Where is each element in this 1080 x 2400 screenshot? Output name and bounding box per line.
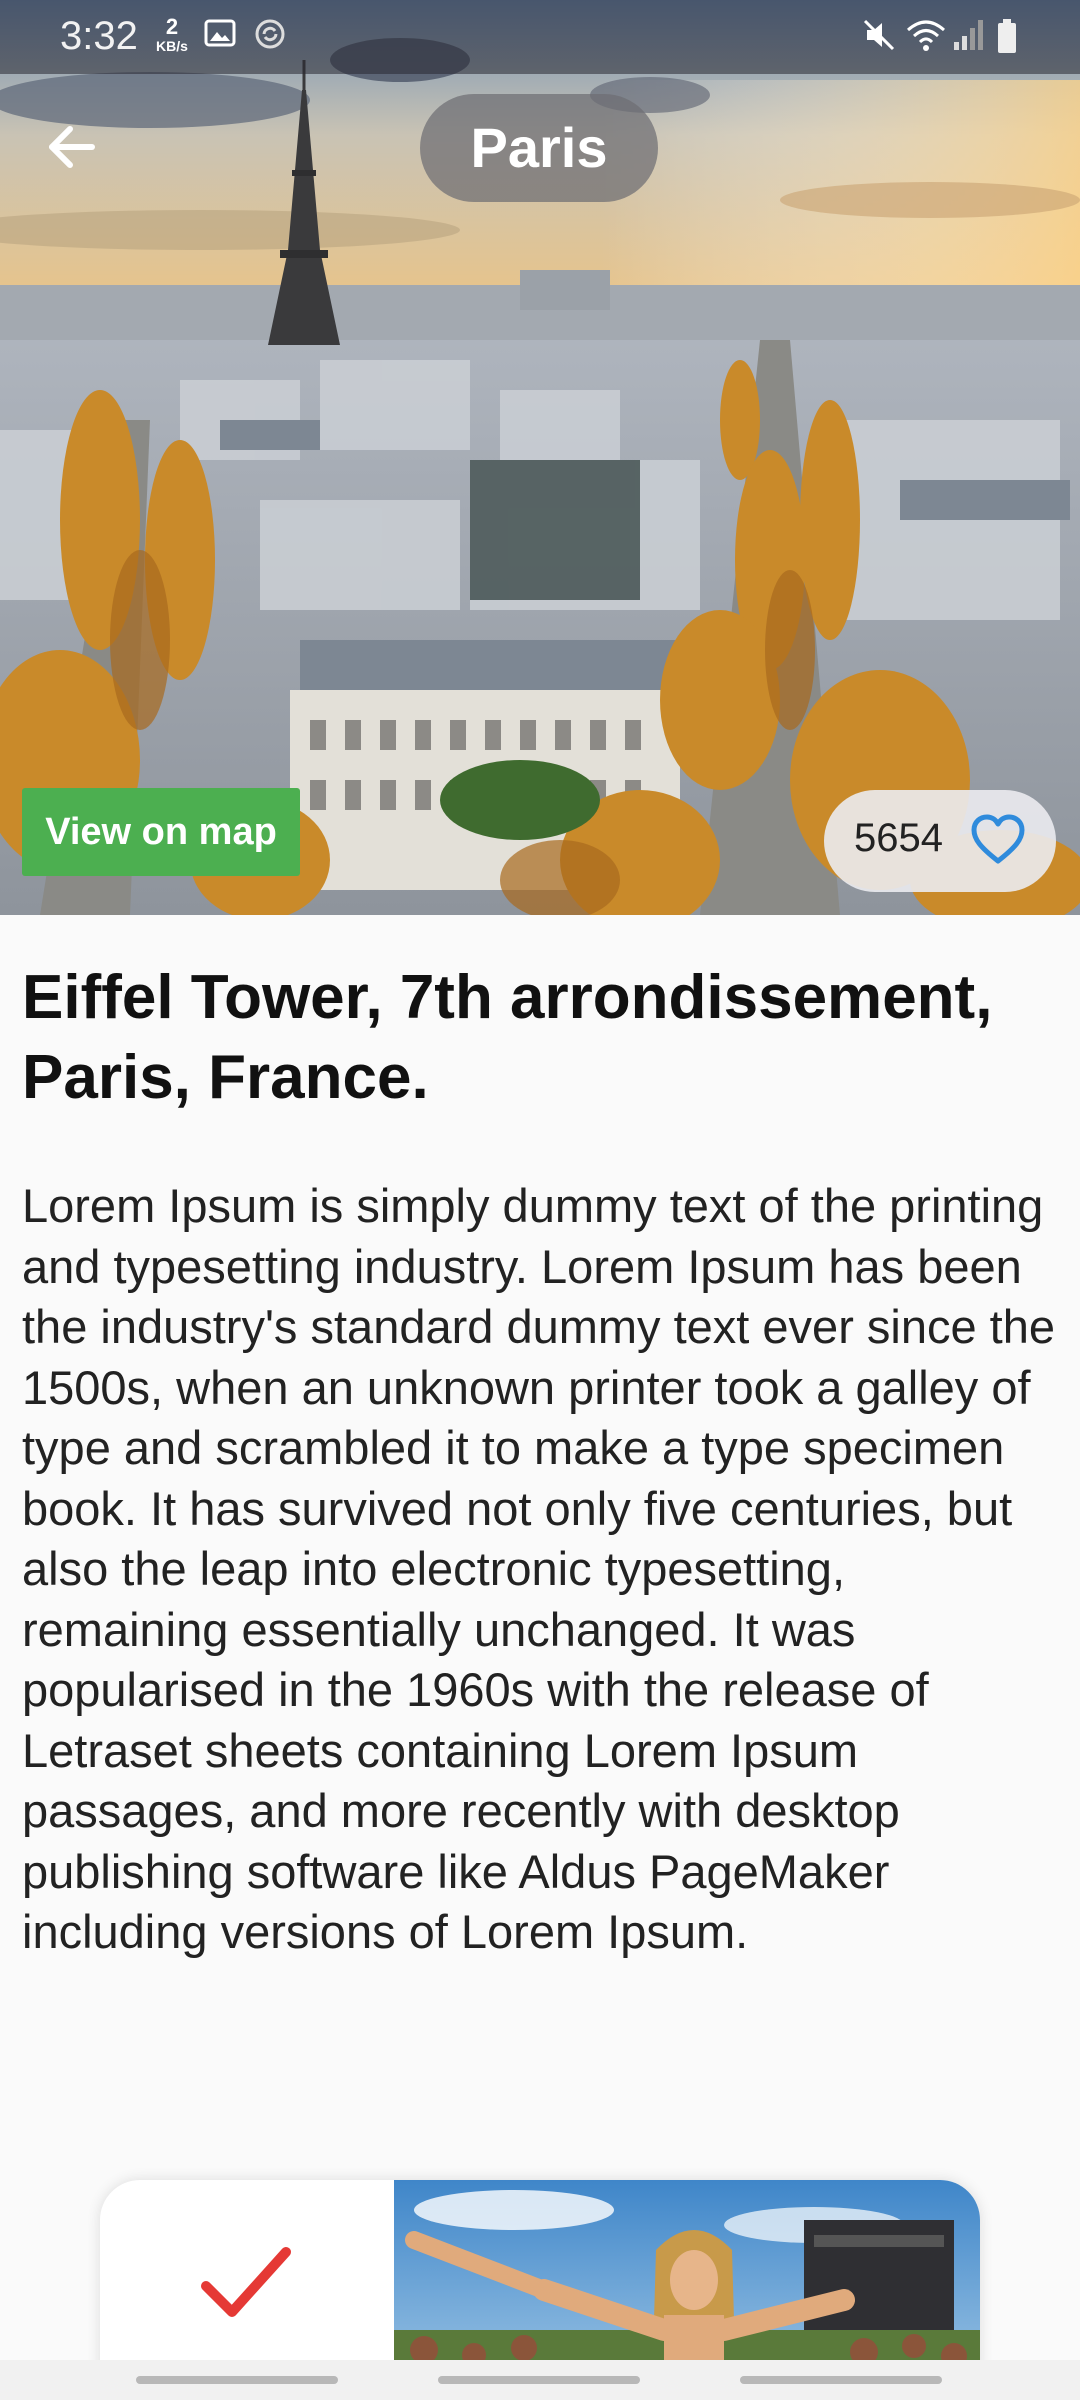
status-bar: 3:32 2 KB/s [0, 0, 1080, 74]
image-icon [204, 19, 236, 47]
signal-icon [954, 20, 983, 50]
likes-count: 5654 [854, 816, 943, 860]
back-arrow-icon[interactable] [40, 112, 110, 182]
place-title: Eiffel Tower, 7th arrondissement, Paris,… [22, 963, 993, 1112]
battery-icon [998, 19, 1016, 53]
navigation-bar [0, 2360, 1080, 2400]
page-title: Paris [420, 94, 658, 202]
heart-outline-icon[interactable] [970, 814, 1026, 866]
network-speed: 2 KB/s [152, 16, 192, 55]
view-on-map-button[interactable]: View on map [22, 788, 300, 876]
likes-button[interactable]: 5654 [824, 790, 1056, 892]
sync-icon [255, 19, 285, 49]
nav-home-button[interactable] [438, 2376, 640, 2384]
status-time: 3:32 [60, 14, 138, 58]
network-speed-value: 2 [165, 14, 179, 39]
mute-icon [863, 19, 895, 51]
place-description: Lorem Ipsum is simply dummy text of the … [22, 1179, 1056, 1958]
nav-back-button[interactable] [740, 2376, 942, 2384]
nav-recents-button[interactable] [136, 2376, 338, 2384]
network-speed-unit: KB/s [156, 38, 188, 54]
wifi-icon [907, 20, 945, 51]
place-detail-screen: 3:32 2 KB/s Paris View on map 5654 Eiffe… [0, 0, 1080, 2400]
checkmark-icon[interactable] [200, 2244, 292, 2324]
